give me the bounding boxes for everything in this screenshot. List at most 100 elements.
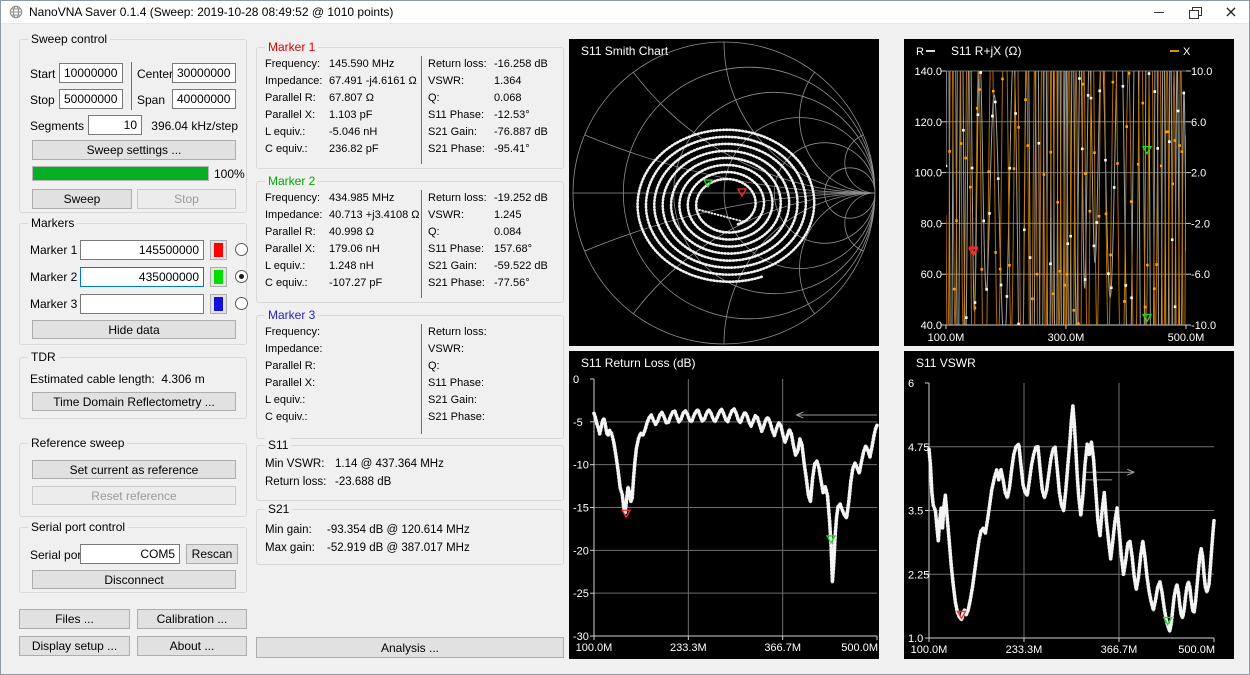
marker-detail-left-column: Frequency:145.590 MHzImpedance:67.491 -j… xyxy=(261,56,421,164)
field-value: 434.985 MHz xyxy=(329,190,394,207)
hide-data-button[interactable]: Hide data xyxy=(32,320,236,339)
marker-detail-row: C equiv.:236.82 pF xyxy=(265,141,421,158)
return-loss-chart[interactable]: 0-5-10-15-20-25-30100.0M233.3M366.7M500.… xyxy=(569,351,879,659)
svg-text:-15: -15 xyxy=(573,503,589,515)
marker-detail-row: S11 Phase:157.68° xyxy=(428,241,559,258)
svg-text:366.7M: 366.7M xyxy=(764,642,801,654)
markers-title: Markers xyxy=(28,216,77,230)
field-label: S21 Phase: xyxy=(428,141,494,158)
field-label: S21 Gain: xyxy=(428,392,494,409)
sweep-control-group: Sweep control Start Center Stop Span Seg… xyxy=(19,39,247,213)
marker-2-detail-title: Marker 2 xyxy=(265,174,318,188)
files-button[interactable]: Files ... xyxy=(19,609,130,629)
marker-2-radio[interactable] xyxy=(235,270,248,283)
marker-2-color-swatch xyxy=(214,270,223,284)
svg-text:-2.0: -2.0 xyxy=(1191,218,1210,230)
field-label: L equiv.: xyxy=(265,258,329,275)
marker-2-color-button[interactable] xyxy=(210,267,227,287)
marker-detail-row: Impedance:40.713 +j3.4108 Ω xyxy=(265,207,421,224)
marker-3-detail-title: Marker 3 xyxy=(265,308,318,322)
tdr-button[interactable]: Time Domain Reflectometry ... xyxy=(32,392,236,411)
field-label: S21 Phase: xyxy=(428,409,494,426)
marker-1-radio[interactable] xyxy=(235,243,248,256)
marker-detail-row: C equiv.: xyxy=(265,409,421,426)
close-button[interactable]: × xyxy=(1213,1,1249,23)
marker-1-color-button[interactable] xyxy=(210,240,227,260)
s21-max-gain-label: Max gain: xyxy=(265,542,327,554)
field-label: VSWR: xyxy=(428,73,494,90)
about-button[interactable]: About ... xyxy=(137,636,247,656)
svg-text:6: 6 xyxy=(908,378,914,390)
svg-text:-5: -5 xyxy=(573,417,583,429)
segments-input[interactable] xyxy=(88,115,142,135)
stop-input[interactable] xyxy=(59,89,123,109)
marker-3-color-button[interactable] xyxy=(210,294,227,314)
s11-info-title: S11 xyxy=(265,438,291,452)
span-input[interactable] xyxy=(172,89,236,109)
marker-2-detail-group: Marker 2Frequency:434.985 MHzImpedance:4… xyxy=(256,181,564,303)
field-value: 67.491 -j4.6161 Ω xyxy=(329,73,417,90)
marker-3-label: Marker 3 xyxy=(30,297,80,311)
marker-1-input[interactable] xyxy=(80,240,204,260)
stop-button[interactable]: Stop xyxy=(137,189,236,209)
svg-text:-20: -20 xyxy=(573,545,589,557)
field-value: 0.068 xyxy=(494,90,522,107)
sweep-button[interactable]: Sweep xyxy=(32,189,132,209)
analysis-button[interactable]: Analysis ... xyxy=(256,637,564,658)
svg-text:2.0: 2.0 xyxy=(1191,168,1206,180)
display-setup-button[interactable]: Display setup ... xyxy=(19,636,130,656)
marker-3-color-swatch xyxy=(214,297,223,311)
marker-row: Marker 3 xyxy=(30,290,242,317)
center-label: Center xyxy=(137,67,173,81)
start-input[interactable] xyxy=(59,63,123,83)
reset-reference-button[interactable]: Reset reference xyxy=(32,486,236,505)
serial-port-label: Serial port xyxy=(30,548,85,562)
svg-text:0: 0 xyxy=(573,374,579,386)
serial-port-title: Serial port control xyxy=(28,520,128,534)
marker-3-input[interactable] xyxy=(80,294,204,314)
vswr-chart[interactable]: 64.753.52.251.0100.0M233.3M366.7M500.0MS… xyxy=(904,351,1234,659)
field-label: VSWR: xyxy=(428,341,494,358)
field-label: S11 Phase: xyxy=(428,241,494,258)
serial-port-group: Serial port control Serial port Rescan D… xyxy=(19,527,247,593)
window-title: NanoVNA Saver 0.1.4 (Sweep: 2019-10-28 0… xyxy=(29,5,393,19)
field-label: L equiv.: xyxy=(265,124,329,141)
svg-text:60.0: 60.0 xyxy=(921,269,942,281)
minimize-button[interactable] xyxy=(1141,1,1177,23)
set-reference-button[interactable]: Set current as reference xyxy=(32,460,236,479)
span-label: Span xyxy=(137,93,165,107)
s21-min-gain-value: -93.354 dB @ 120.614 MHz xyxy=(327,524,470,536)
marker-detail-row: Q: xyxy=(428,358,559,375)
marker-detail-row: L equiv.:-5.046 nH xyxy=(265,124,421,141)
rescan-button[interactable]: Rescan xyxy=(186,544,238,564)
svg-text:500.0M: 500.0M xyxy=(1178,644,1215,656)
field-label: Parallel R: xyxy=(265,90,329,107)
rjx-chart[interactable]: 140.010.0120.06.0100.02.080.0-2.060.0-6.… xyxy=(904,39,1234,346)
disconnect-button[interactable]: Disconnect xyxy=(32,570,236,589)
smith-chart[interactable]: S11 Smith Chart xyxy=(569,39,879,346)
marker-detail-row: Return loss:-16.258 dB xyxy=(428,56,559,73)
cable-length-label: Estimated cable length: xyxy=(30,372,155,386)
marker-detail-row: S21 Phase: xyxy=(428,409,559,426)
restore-button[interactable] xyxy=(1177,1,1213,23)
svg-text:500.0M: 500.0M xyxy=(1168,332,1205,344)
field-value: -95.41° xyxy=(494,141,530,158)
marker-detail-row: Frequency: xyxy=(265,324,421,341)
calibration-button[interactable]: Calibration ... xyxy=(137,609,247,629)
s11-min-vswr-value: 1.14 @ 437.364 MHz xyxy=(335,458,444,470)
s21-min-gain-row: Min gain:-93.354 dB @ 120.614 MHz xyxy=(265,524,470,536)
field-label: Impedance: xyxy=(265,341,329,358)
stop-label: Stop xyxy=(30,93,55,107)
center-input[interactable] xyxy=(172,63,236,83)
cable-length-value: 4.306 m xyxy=(161,372,204,386)
sweep-settings-button[interactable]: Sweep settings ... xyxy=(32,140,236,160)
serial-port-input[interactable] xyxy=(80,544,180,564)
svg-text:80.0: 80.0 xyxy=(921,218,942,230)
marker-3-radio[interactable] xyxy=(235,297,248,310)
marker-2-input[interactable] xyxy=(80,267,204,287)
s21-max-gain-row: Max gain:-52.919 dB @ 387.017 MHz xyxy=(265,542,470,554)
minimize-icon xyxy=(1154,12,1164,13)
field-value: -107.27 pF xyxy=(329,275,382,292)
close-icon: × xyxy=(1224,4,1237,20)
svg-text:S11 Smith Chart: S11 Smith Chart xyxy=(581,44,669,58)
